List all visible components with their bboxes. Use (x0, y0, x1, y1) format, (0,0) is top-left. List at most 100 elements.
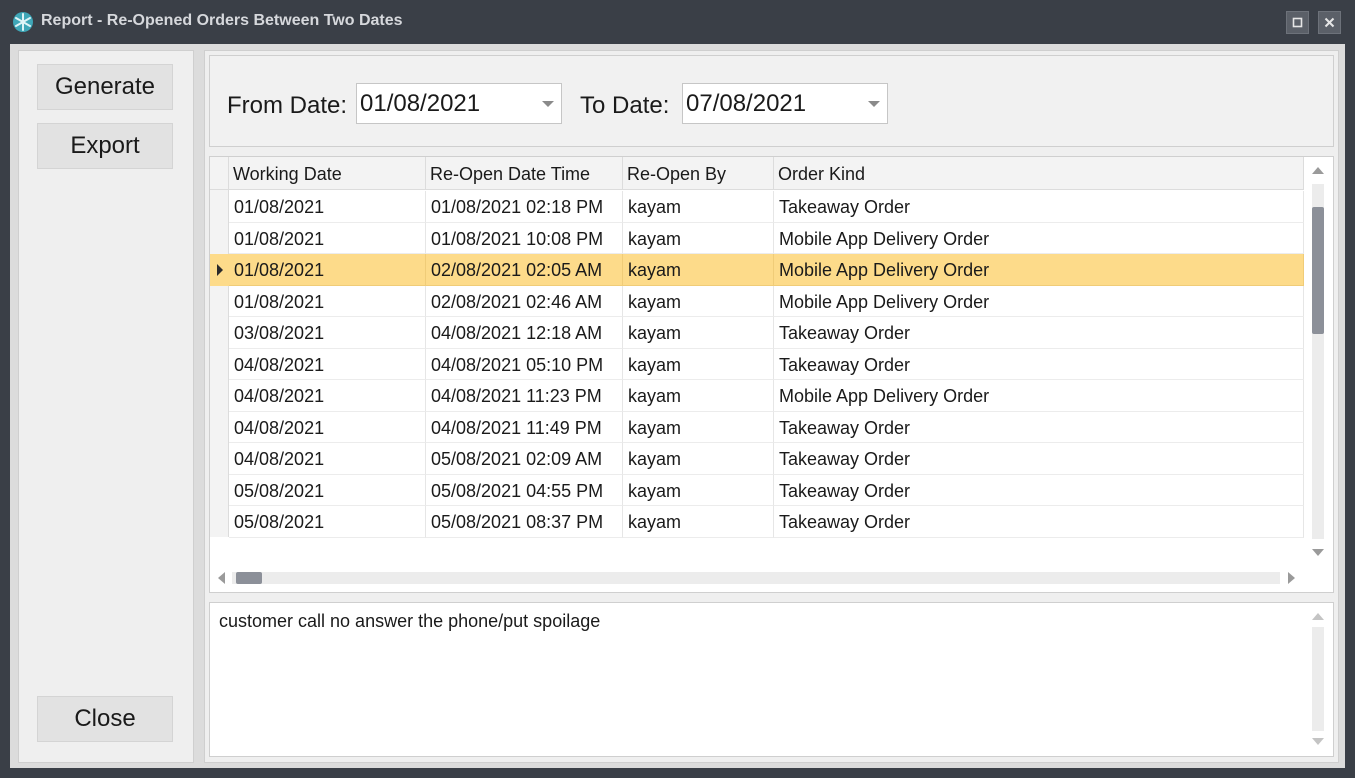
table-row[interactable]: 05/08/2021 05/08/2021 04:55 PM kayam Takeaw… (210, 474, 1304, 507)
row-indicator[interactable] (210, 223, 229, 255)
cell-reopen-datetime[interactable]: 02/08/2021 02:46 AM (426, 285, 623, 317)
cell-order-kind[interactable]: Takeaway Order (774, 348, 1304, 380)
cell-working-date[interactable]: 01/08/2021 (229, 191, 426, 223)
cell-working-date[interactable]: 04/08/2021 (229, 348, 426, 380)
cell-reopen-by[interactable]: kayam (623, 443, 774, 475)
scroll-down-icon[interactable] (1312, 738, 1324, 745)
cell-reopen-by[interactable]: kayam (623, 348, 774, 380)
export-button[interactable]: Export (37, 123, 173, 169)
restore-icon (1292, 17, 1303, 28)
row-indicator[interactable] (210, 475, 229, 507)
cell-reopen-by[interactable]: kayam (623, 317, 774, 349)
scroll-left-icon[interactable] (218, 572, 225, 584)
memo-vertical-scrollbar[interactable] (1304, 603, 1333, 756)
cell-reopen-datetime[interactable]: 05/08/2021 04:55 PM (426, 474, 623, 506)
table-row[interactable]: 04/08/2021 04/08/2021 11:23 PM kayam Mobile… (210, 380, 1304, 412)
reason-text: customer call no answer the phone/put sp… (219, 611, 601, 631)
cell-reopen-datetime[interactable]: 04/08/2021 11:49 PM (426, 411, 623, 443)
table-row[interactable]: 01/08/2021 02/08/2021 02:05 AM kayam Mobile… (210, 254, 1304, 286)
scroll-thumb[interactable] (236, 572, 262, 584)
cell-order-kind[interactable]: Takeaway Order (774, 474, 1304, 506)
cell-reopen-by[interactable]: kayam (623, 254, 774, 286)
row-indicator[interactable] (210, 443, 229, 475)
cell-working-date[interactable]: 04/08/2021 (229, 380, 426, 412)
title-bar[interactable]: Report - Re-Opened Orders Between Two Da… (0, 0, 1355, 44)
close-button[interactable]: Close (37, 696, 173, 742)
scroll-down-icon[interactable] (1312, 549, 1324, 556)
row-indicator[interactable] (210, 380, 229, 412)
cell-reopen-datetime[interactable]: 01/08/2021 02:18 PM (426, 191, 623, 223)
close-window-button[interactable] (1318, 11, 1341, 34)
scroll-track[interactable] (1312, 627, 1324, 731)
cell-reopen-datetime[interactable]: 04/08/2021 05:10 PM (426, 348, 623, 380)
row-indicator[interactable] (210, 191, 229, 223)
header-corner (210, 157, 229, 190)
cell-order-kind[interactable]: Takeaway Order (774, 411, 1304, 443)
column-header-working-date[interactable]: Working Date (229, 157, 426, 190)
scroll-up-icon[interactable] (1312, 613, 1324, 620)
cell-reopen-datetime[interactable]: 05/08/2021 02:09 AM (426, 443, 623, 475)
reason-memo[interactable]: customer call no answer the phone/put sp… (209, 602, 1334, 757)
scroll-track[interactable] (232, 572, 1280, 584)
column-header-reopen-by[interactable]: Re-Open By (623, 157, 774, 190)
to-date-value: 07/08/2021 (686, 90, 807, 117)
cell-order-kind[interactable]: Takeaway Order (774, 443, 1304, 475)
cell-working-date[interactable]: 03/08/2021 (229, 317, 426, 349)
cell-working-date[interactable]: 01/08/2021 (229, 222, 426, 254)
cell-reopen-by[interactable]: kayam (623, 411, 774, 443)
cell-order-kind[interactable]: Mobile App Delivery Order (774, 222, 1304, 254)
cell-order-kind[interactable]: Mobile App Delivery Order (774, 254, 1304, 286)
cell-working-date[interactable]: 04/08/2021 (229, 411, 426, 443)
grid-vertical-scrollbar[interactable] (1304, 157, 1333, 562)
cell-reopen-datetime[interactable]: 04/08/2021 11:23 PM (426, 380, 623, 412)
table-row[interactable]: 01/08/2021 02/08/2021 02:46 AM kayam Mobile… (210, 285, 1304, 318)
cell-order-kind[interactable]: Takeaway Order (774, 191, 1304, 223)
table-row[interactable]: 04/08/2021 05/08/2021 02:09 AM kayam Takeaw… (210, 443, 1304, 475)
row-indicator[interactable] (210, 286, 229, 318)
table-row[interactable]: 04/08/2021 04/08/2021 05:10 PM kayam Takeaw… (210, 348, 1304, 381)
cell-reopen-by[interactable]: kayam (623, 285, 774, 317)
cell-reopen-by[interactable]: kayam (623, 506, 774, 538)
row-indicator[interactable] (210, 412, 229, 444)
cell-reopen-by[interactable]: kayam (623, 474, 774, 506)
cell-order-kind[interactable]: Takeaway Order (774, 506, 1304, 538)
cell-working-date[interactable]: 04/08/2021 (229, 443, 426, 475)
cell-reopen-by[interactable]: kayam (623, 222, 774, 254)
row-indicator[interactable] (210, 506, 229, 538)
restore-button[interactable] (1286, 11, 1309, 34)
chevron-down-icon[interactable] (868, 101, 880, 107)
cell-order-kind[interactable]: Mobile App Delivery Order (774, 380, 1304, 412)
cell-reopen-datetime[interactable]: 01/08/2021 10:08 PM (426, 222, 623, 254)
cell-working-date[interactable]: 05/08/2021 (229, 474, 426, 506)
cell-reopen-by[interactable]: kayam (623, 380, 774, 412)
cell-working-date[interactable]: 01/08/2021 (229, 254, 426, 286)
cell-working-date[interactable]: 01/08/2021 (229, 285, 426, 317)
generate-button[interactable]: Generate (37, 64, 173, 110)
scroll-right-icon[interactable] (1288, 572, 1295, 584)
scroll-thumb[interactable] (1312, 207, 1324, 334)
table-row[interactable]: 03/08/2021 04/08/2021 12:18 AM kayam Takeaw… (210, 317, 1304, 349)
cell-reopen-datetime[interactable]: 04/08/2021 12:18 AM (426, 317, 623, 349)
grid-horizontal-scrollbar[interactable] (210, 562, 1304, 592)
cell-order-kind[interactable]: Mobile App Delivery Order (774, 285, 1304, 317)
table-row[interactable]: 01/08/2021 01/08/2021 10:08 PM kayam Mobile… (210, 222, 1304, 255)
table-row[interactable]: 04/08/2021 04/08/2021 11:49 PM kayam Takeaw… (210, 411, 1304, 444)
cell-reopen-datetime[interactable]: 02/08/2021 02:05 AM (426, 254, 623, 286)
column-header-order-kind[interactable]: Order Kind (774, 157, 1304, 190)
scroll-up-icon[interactable] (1312, 167, 1324, 174)
row-indicator[interactable] (210, 254, 229, 286)
cell-working-date[interactable]: 05/08/2021 (229, 506, 426, 538)
table-row[interactable]: 05/08/2021 05/08/2021 08:37 PM kayam Takeaw… (210, 506, 1304, 538)
cell-reopen-by[interactable]: kayam (623, 191, 774, 223)
column-header-reopen-datetime[interactable]: Re-Open Date Time (426, 157, 623, 190)
chevron-down-icon[interactable] (542, 101, 554, 107)
cell-order-kind[interactable]: Takeaway Order (774, 317, 1304, 349)
orders-grid[interactable]: Working Date Re-Open Date Time Re-Open B… (209, 156, 1334, 593)
row-indicator[interactable] (210, 349, 229, 381)
cell-reopen-datetime[interactable]: 05/08/2021 08:37 PM (426, 506, 623, 538)
from-date-picker[interactable]: 01/08/2021 (356, 83, 562, 124)
snowflake-app-icon (13, 12, 33, 32)
to-date-picker[interactable]: 07/08/2021 (682, 83, 888, 124)
row-indicator[interactable] (210, 317, 229, 349)
table-row[interactable]: 01/08/2021 01/08/2021 02:18 PM kayam Takeaw… (210, 191, 1304, 223)
